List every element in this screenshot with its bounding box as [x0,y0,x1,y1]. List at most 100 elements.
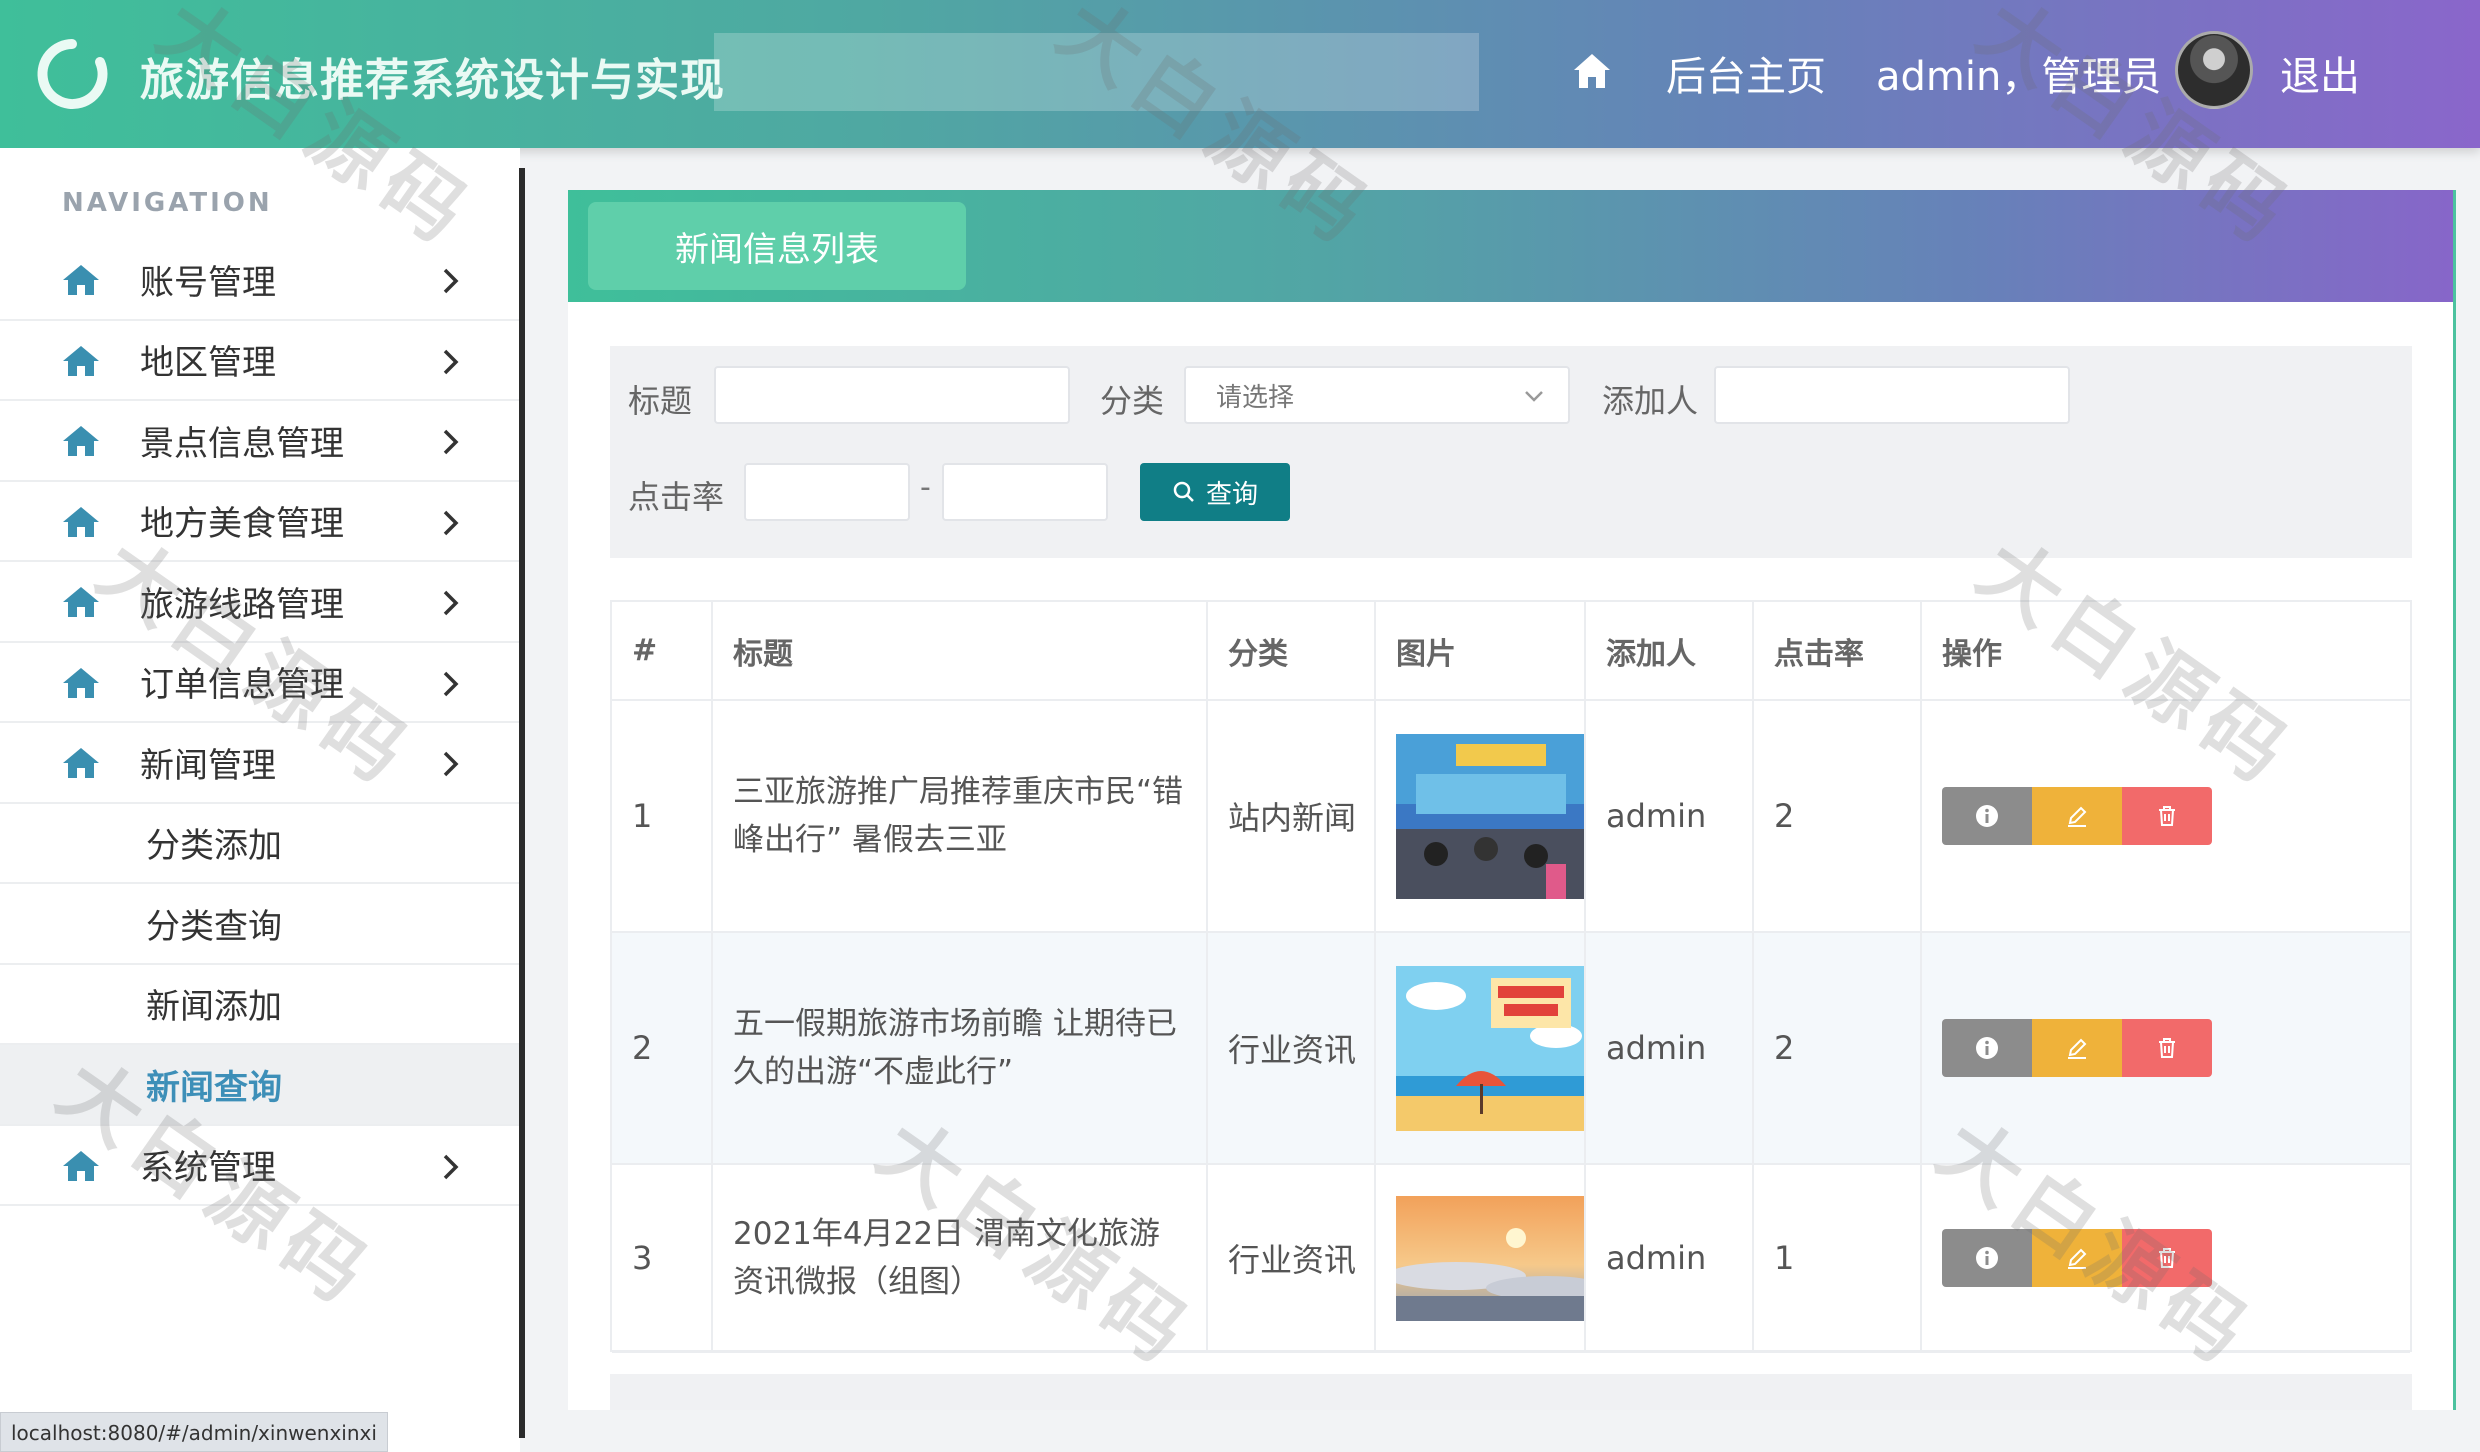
logout-link[interactable]: 退出 [2280,44,2360,102]
row-image-cell [1375,700,1586,933]
home-icon [63,667,99,698]
edit-button[interactable] [2032,787,2122,845]
sidebar-item-accounts[interactable]: 账号管理 [0,240,520,321]
sidebar-item-label: 旅游线路管理 [140,584,344,625]
delete-button[interactable] [2122,1019,2212,1077]
sidebar-subitem-category-query[interactable]: 分类查询 [0,884,520,965]
adder-filter-input[interactable] [1714,366,2070,424]
sidebar-item-orders[interactable]: 订单信息管理 [0,643,520,723]
main-panel: 新闻信息列表 标题 分类 请选择 添加人 点击率 - 查询 # 标题 分类 图片… [568,190,2456,1410]
sidebar-item-label: 账号管理 [140,262,276,303]
sidebar-subitem-news-query[interactable]: 新闻查询 [0,1045,520,1126]
tab-news-list[interactable]: 新闻信息列表 [588,202,966,290]
home-icon [63,748,99,778]
chevron-right-icon [443,671,459,696]
sidebar: NAVIGATION 账号管理 地区管理 景点信息管理 地方美食管理 旅游线路管… [0,148,520,1452]
category-select-value: 请选择 [1216,382,1295,413]
column-header-category: 分类 [1207,602,1376,701]
column-header-title: 标题 [712,602,1208,701]
view-button[interactable] [1942,1019,2032,1077]
adder-filter-label: 添加人 [1602,382,1699,420]
sidebar-item-label: 新闻查询 [146,1067,282,1108]
column-header-actions: 操作 [1921,602,2410,701]
delete-button[interactable] [2122,1229,2212,1287]
row-adder: admin [1585,1164,1754,1353]
sidebar-item-label: 分类添加 [146,826,282,867]
trash-icon [2159,806,2175,826]
panel-header: 新闻信息列表 [568,190,2453,302]
header-search-bar[interactable] [714,33,1479,111]
home-icon [63,265,99,295]
user-info: admin，管理员 [1876,54,2162,100]
chevron-down-icon [1525,391,1543,402]
news-thumbnail[interactable] [1396,1195,1584,1321]
sidebar-item-label: 景点信息管理 [140,423,344,464]
chevron-right-icon [443,349,459,374]
clicks-max-input[interactable] [942,463,1108,521]
news-thumbnail[interactable] [1396,733,1584,899]
sidebar-item-local-food[interactable]: 地方美食管理 [0,482,520,562]
title-filter-label: 标题 [628,382,693,420]
row-actions [1921,1164,2410,1353]
row-index: 3 [612,1164,713,1353]
clicks-filter-label: 点击率 [628,478,725,516]
row-image-cell [1375,1164,1586,1353]
sidebar-item-news[interactable]: 新闻管理 [0,723,520,804]
home-icon [63,506,99,537]
clicks-min-input[interactable] [744,463,910,521]
row-index: 2 [612,932,713,1165]
column-header-image: 图片 [1375,602,1586,701]
info-icon [1976,1037,1998,1059]
row-adder: admin [1585,932,1754,1165]
edit-button[interactable] [2032,1229,2122,1287]
sidebar-item-regions[interactable]: 地区管理 [0,321,520,401]
category-select[interactable]: 请选择 [1184,366,1570,424]
avatar[interactable] [2175,31,2253,109]
search-icon [1173,481,1194,502]
delete-button[interactable] [2122,787,2212,845]
table-row: 3 2021年4月22日 渭南文化旅游资讯微报（组图） 行业资讯 admin 1 [612,1164,2410,1353]
logo-icon [37,39,108,109]
app-title: 旅游信息推荐系统设计与实现 [140,55,725,106]
status-url: localhost:8080/#/admin/xinwenxinxi [0,1412,388,1452]
sidebar-menu: 账号管理 地区管理 景点信息管理 地方美食管理 旅游线路管理 订单信息管理 新闻… [0,240,520,1206]
sidebar-item-system[interactable]: 系统管理 [0,1126,520,1206]
news-thumbnail[interactable] [1396,965,1584,1131]
home-icon[interactable] [1572,52,1612,90]
admin-home-link[interactable]: 后台主页 [1666,44,1826,102]
row-clicks: 1 [1753,1164,1922,1353]
sidebar-item-routes[interactable]: 旅游线路管理 [0,562,520,643]
trash-icon [2159,1038,2175,1058]
row-image-cell [1375,932,1586,1165]
sidebar-divider [519,168,525,1438]
home-icon [63,345,99,376]
edit-icon [2068,1248,2087,1269]
title-filter-input[interactable] [714,366,1070,424]
edit-button[interactable] [2032,1019,2122,1077]
search-button[interactable]: 查询 [1140,463,1290,521]
row-title: 三亚旅游推广局推荐重庆市民“错峰出行” 暑假去三亚 [712,700,1208,933]
sidebar-subitem-category-add[interactable]: 分类添加 [0,804,520,884]
sidebar-item-label: 系统管理 [140,1148,276,1189]
sidebar-item-label: 地方美食管理 [140,504,344,545]
home-icon [63,1150,99,1181]
nav-heading: NAVIGATION [62,188,273,218]
home-icon [63,426,99,456]
top-header: 旅游信息推荐系统设计与实现 后台主页 admin，管理员 退出 [0,0,2480,148]
row-category: 行业资讯 [1207,1164,1376,1353]
sidebar-item-label: 分类查询 [146,906,282,947]
sidebar-item-label: 地区管理 [140,343,276,384]
sidebar-item-attractions[interactable]: 景点信息管理 [0,401,520,482]
row-clicks: 2 [1753,700,1922,933]
trash-icon [2159,1248,2175,1268]
range-separator: - [920,470,931,505]
column-header-clicks: 点击率 [1753,602,1922,701]
view-button[interactable] [1942,787,2032,845]
sidebar-item-label: 新闻添加 [146,987,282,1028]
sidebar-subitem-news-add[interactable]: 新闻添加 [0,965,520,1045]
chevron-right-icon [443,1154,459,1179]
edit-icon [2068,806,2087,827]
view-button[interactable] [1942,1229,2032,1287]
row-clicks: 2 [1753,932,1922,1165]
chevron-right-icon [443,751,459,777]
